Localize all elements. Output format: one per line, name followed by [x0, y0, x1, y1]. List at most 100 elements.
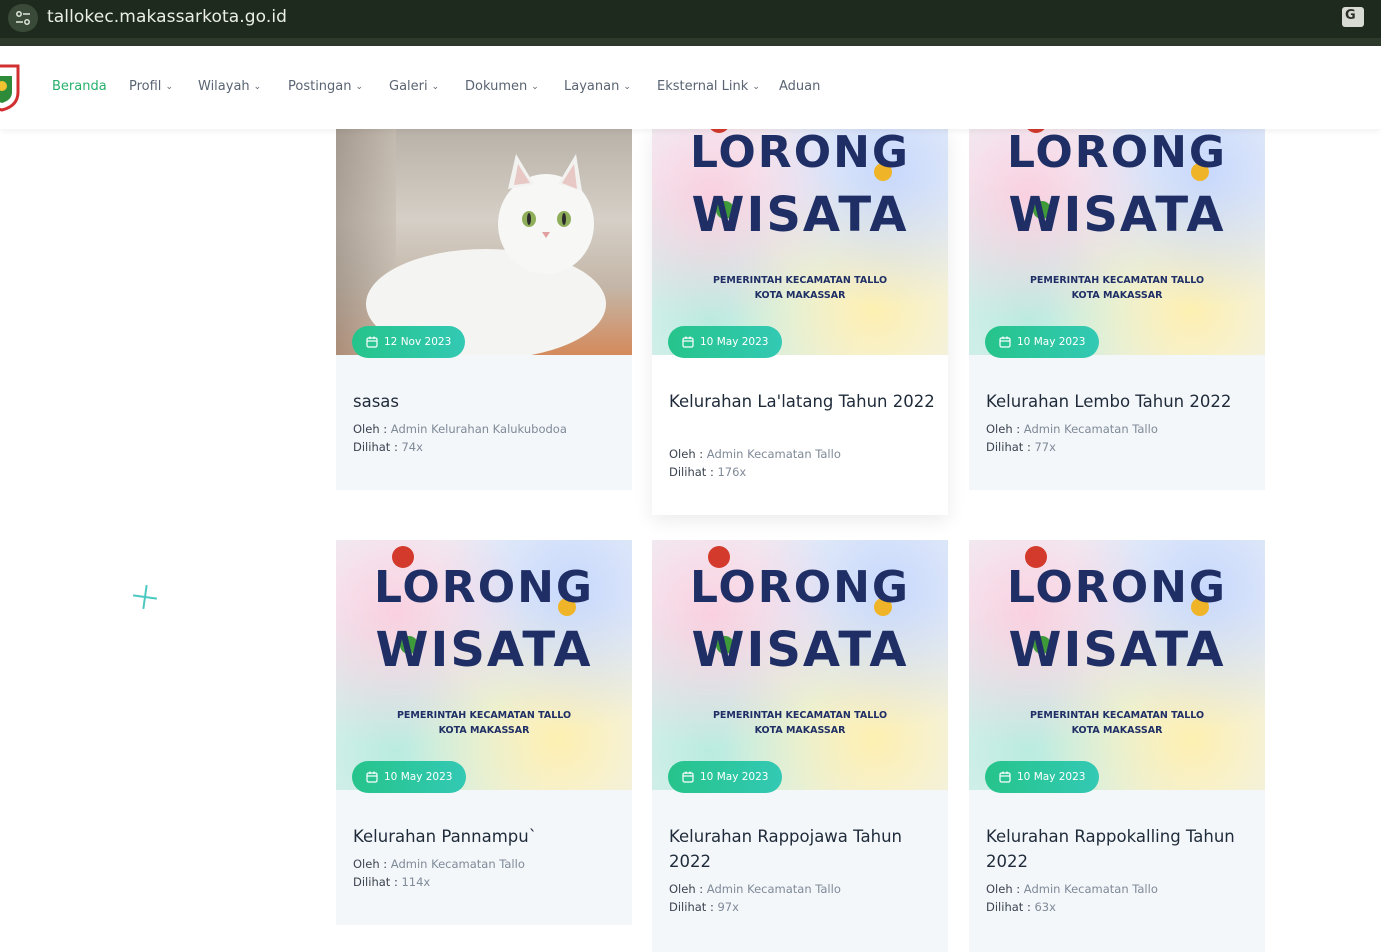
poster-title-line1: LORONG — [1006, 129, 1228, 178]
chevron-down-icon: ⌄ — [253, 82, 262, 92]
lorong-wisata-poster: LORONG WISATA PEMERINTAH KECAMATAN TALLO KO… — [652, 540, 948, 790]
nav-item-galeri[interactable]: Galeri ⌄ — [389, 79, 439, 94]
post-views: Dilihat : 63x — [986, 898, 1056, 916]
post-author: Oleh : Admin Kecamatan Tallo — [669, 880, 841, 898]
post-title[interactable]: Kelurahan La'latang Tahun 2022 — [669, 389, 939, 414]
post-views: Dilihat : 97x — [669, 898, 739, 916]
translate-icon[interactable]: G — [1342, 7, 1364, 27]
calendar-icon — [682, 771, 694, 783]
post-views: Dilihat : 114x — [353, 873, 430, 891]
poster-title-line2: WISATA — [691, 187, 909, 243]
date-badge: 10 May 2023 — [352, 761, 467, 793]
decorative-plus-icon — [133, 585, 157, 609]
author-name[interactable]: Admin Kecamatan Tallo — [1024, 422, 1158, 436]
nav-item-dokumen[interactable]: Dokumen ⌄ — [465, 79, 539, 94]
poster-title-line2: WISATA — [1008, 187, 1226, 243]
post-title[interactable]: Kelurahan Rappojawa Tahun 2022 — [669, 824, 939, 874]
poster-subtitle-line2: KOTA MAKASSAR — [1071, 290, 1163, 301]
author-label: Oleh : — [986, 422, 1024, 436]
nav-item-label: Wilayah — [198, 79, 250, 94]
nav-item-layanan[interactable]: Layanan ⌄ — [564, 79, 631, 94]
translate-icon-glyph: G — [1345, 8, 1356, 23]
views-label: Dilihat : — [669, 465, 718, 479]
chevron-down-icon: ⌄ — [355, 82, 364, 92]
nav-item-profil[interactable]: Profil ⌄ — [129, 79, 173, 94]
poster-subtitle-line1: PEMERINTAH KECAMATAN TALLO — [1029, 275, 1205, 286]
views-label: Dilihat : — [986, 900, 1035, 914]
post-author: Oleh : Admin Kecamatan Tallo — [669, 445, 841, 463]
post-views: Dilihat : 176x — [669, 463, 746, 481]
post-title[interactable]: Kelurahan Rappokalling Tahun 2022 — [986, 824, 1256, 874]
author-name[interactable]: Admin Kecamatan Tallo — [1024, 882, 1158, 896]
site-info-button[interactable] — [8, 4, 38, 32]
nav-item-wilayah[interactable]: Wilayah ⌄ — [198, 79, 261, 94]
views-count: 114x — [401, 875, 431, 889]
post-card[interactable]: LORONG WISATA PEMERINTAH KECAMATAN TALLO KO… — [652, 540, 948, 952]
site-navbar: Beranda Profil ⌄ Wilayah ⌄ Postingan ⌄ Galeri ⌄ D… — [0, 46, 1381, 129]
views-count: 176x — [717, 465, 747, 479]
calendar-icon — [366, 771, 378, 783]
post-card[interactable]: LORONG WISATA PEMERINTAH KECAMATAN TALLO KO… — [652, 129, 948, 515]
post-thumbnail[interactable]: LORONG WISATA PEMERINTAH KECAMATAN TALLO KO… — [336, 540, 632, 790]
post-date: 10 May 2023 — [384, 771, 453, 783]
makassar-logo[interactable] — [0, 62, 22, 112]
date-badge: 10 May 2023 — [668, 761, 783, 793]
post-thumbnail[interactable]: LORONG WISATA PEMERINTAH KECAMATAN TALLO KO… — [652, 540, 948, 790]
post-author: Oleh : Admin Kecamatan Tallo — [353, 855, 525, 873]
post-card[interactable]: 12 Nov 2023 sasas Oleh : Admin Kelurahan K… — [336, 129, 632, 490]
nav-item-label: Dokumen — [465, 79, 528, 94]
post-title[interactable]: Kelurahan Pannampu` — [353, 824, 623, 849]
author-name[interactable]: Admin Kecamatan Tallo — [391, 857, 525, 871]
post-thumbnail[interactable]: LORONG WISATA PEMERINTAH KECAMATAN TALLO KO… — [652, 129, 948, 355]
post-author: Oleh : Admin Kelurahan Kalukubodoa — [353, 420, 567, 438]
poster-subtitle-line2: KOTA MAKASSAR — [1071, 725, 1163, 736]
post-card[interactable]: LORONG WISATA PEMERINTAH KECAMATAN TALLO KO… — [969, 540, 1265, 952]
author-name[interactable]: Admin Kecamatan Tallo — [707, 882, 841, 896]
post-thumbnail[interactable]: LORONG WISATA PEMERINTAH KECAMATAN TALLO KO… — [969, 540, 1265, 790]
post-title[interactable]: Kelurahan Lembo Tahun 2022 — [986, 389, 1256, 414]
browser-divider — [0, 38, 1381, 46]
post-thumbnail[interactable]: LORONG WISATA PEMERINTAH KECAMATAN TALLO KO… — [969, 129, 1265, 355]
post-author: Oleh : Admin Kecamatan Tallo — [986, 880, 1158, 898]
author-name[interactable]: Admin Kelurahan Kalukubodoa — [391, 422, 567, 436]
poster-subtitle-line2: KOTA MAKASSAR — [754, 725, 846, 736]
post-card[interactable]: LORONG WISATA PEMERINTAH KECAMATAN TALLO KO… — [969, 129, 1265, 490]
calendar-icon — [999, 336, 1011, 348]
calendar-icon — [366, 336, 378, 348]
address-bar-url[interactable]: tallokec.makassarkota.go.id — [47, 7, 287, 27]
poster-title-line2: WISATA — [691, 622, 909, 678]
author-label: Oleh : — [353, 857, 391, 871]
post-date: 10 May 2023 — [1017, 336, 1086, 348]
poster-subtitle-line1: PEMERINTAH KECAMATAN TALLO — [1029, 710, 1205, 721]
date-badge: 10 May 2023 — [668, 326, 783, 358]
date-badge: 10 May 2023 — [985, 761, 1100, 793]
date-badge: 12 Nov 2023 — [352, 326, 466, 358]
post-card[interactable]: LORONG WISATA PEMERINTAH KECAMATAN TALLO KO… — [336, 540, 632, 925]
nav-item-eksternal-link[interactable]: Eksternal Link ⌄ — [657, 79, 760, 94]
poster-title-line1: LORONG — [1006, 562, 1228, 613]
nav-item-beranda[interactable]: Beranda — [52, 79, 107, 94]
nav-item-aduan[interactable]: Aduan — [779, 79, 820, 94]
poster-title-line1: LORONG — [689, 562, 911, 613]
lorong-wisata-poster: LORONG WISATA PEMERINTAH KECAMATAN TALLO KO… — [336, 540, 632, 790]
lorong-wisata-poster: LORONG WISATA PEMERINTAH KECAMATAN TALLO KO… — [652, 129, 948, 355]
poster-subtitle-line1: PEMERINTAH KECAMATAN TALLO — [396, 710, 572, 721]
views-count: 77x — [1034, 440, 1056, 454]
nav-item-label: Aduan — [779, 79, 821, 94]
nav-item-label: Layanan — [564, 79, 620, 94]
views-label: Dilihat : — [986, 440, 1035, 454]
nav-item-postingan[interactable]: Postingan ⌄ — [288, 79, 363, 94]
poster-title-line1: LORONG — [373, 562, 595, 613]
author-name[interactable]: Admin Kecamatan Tallo — [707, 447, 841, 461]
nav-item-label: Beranda — [52, 79, 107, 94]
poster-subtitle-line2: KOTA MAKASSAR — [438, 725, 530, 736]
chevron-down-icon: ⌄ — [623, 82, 631, 92]
post-title[interactable]: sasas — [353, 389, 623, 414]
cat-photo — [336, 129, 632, 355]
lorong-wisata-poster: LORONG WISATA PEMERINTAH KECAMATAN TALLO KO… — [969, 129, 1265, 355]
post-thumbnail[interactable] — [336, 129, 632, 355]
views-count: 74x — [401, 440, 423, 454]
post-views: Dilihat : 77x — [986, 438, 1056, 456]
post-date: 10 May 2023 — [1017, 771, 1086, 783]
calendar-icon — [682, 336, 694, 348]
